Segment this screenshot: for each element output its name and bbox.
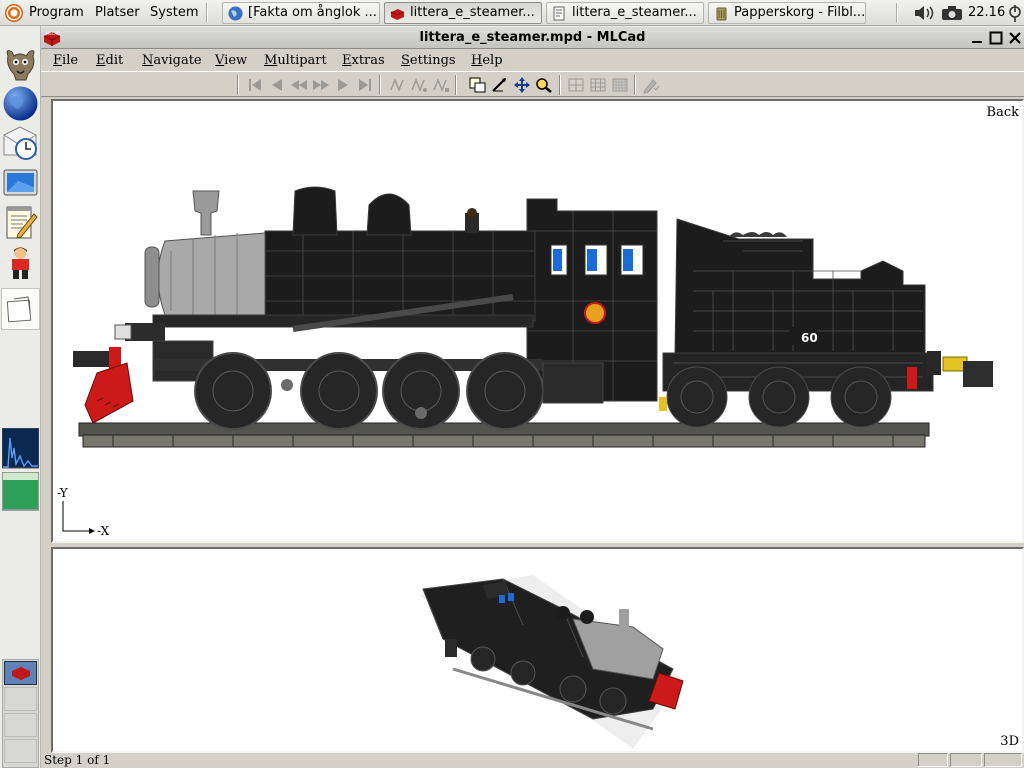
view-label-3d: 3D — [1000, 734, 1019, 749]
clock[interactable]: 22.16 — [968, 0, 1005, 26]
title-bar[interactable]: MLCAD littera_e_steamer.mpd - MLCad — [41, 27, 1024, 49]
mlcad-window: MLCAD littera_e_steamer.mpd - MLCad File… — [41, 27, 1024, 768]
status-bar: Step 1 of 1 — [41, 752, 1024, 768]
toolbar-separator — [634, 75, 636, 95]
workspace-3[interactable] — [4, 713, 37, 737]
status-cell-2 — [950, 753, 982, 767]
system-monitor-cpu-icon[interactable] — [2, 428, 39, 472]
menu-navigate[interactable]: Navigate — [142, 52, 202, 70]
gimp-launcher-icon[interactable] — [2, 46, 39, 83]
3d-view-viewport[interactable]: 3D — [51, 547, 1024, 753]
firefox-globe-launcher-icon[interactable] — [2, 85, 39, 122]
fast-forward-icon[interactable] — [311, 76, 331, 94]
desktop-screen-launcher-icon[interactable] — [2, 165, 39, 202]
animate-options-icon[interactable] — [409, 76, 429, 94]
top-panel: Program Platser System [Fakta om ånglok … — [0, 0, 1024, 26]
menu-settings[interactable]: Settings — [401, 52, 456, 70]
locomotive-side-view: 60 -Y -X — [57, 186, 993, 538]
trash-icon — [716, 7, 727, 21]
menu-bar: File Edit Navigate View Multipart Extras… — [41, 49, 1024, 71]
system-monitor-memory-icon[interactable] — [2, 472, 39, 512]
menu-edit[interactable]: Edit — [96, 52, 123, 70]
menu-platser[interactable]: Platser — [95, 0, 140, 26]
toolbar-separator — [379, 75, 381, 95]
close-button[interactable] — [1007, 30, 1023, 46]
rewind-icon[interactable] — [289, 76, 309, 94]
globe-icon — [228, 6, 243, 21]
minimize-icon — [972, 41, 982, 43]
menu-file[interactable]: File — [53, 52, 78, 70]
pan-move-icon[interactable] — [512, 76, 532, 94]
panel-separator — [896, 3, 898, 23]
taskbar-item-label: Papperskorg - Filbl... — [734, 5, 866, 20]
text-editor-icon — [553, 6, 565, 21]
grid-coarse-icon[interactable] — [566, 76, 586, 94]
taskbar-item-label: [Fakta om ånglok ... — [248, 5, 377, 20]
previous-step-icon[interactable] — [267, 76, 287, 94]
ubuntu-logo-icon[interactable] — [5, 4, 23, 22]
menu-multipart[interactable]: Multipart — [264, 52, 327, 70]
launcher-panel — [0, 26, 41, 768]
menu-extras[interactable]: Extras — [342, 52, 385, 70]
zoom-magnifier-icon[interactable] — [534, 76, 554, 94]
toolbar-separator — [237, 75, 239, 95]
lego-brick-icon — [390, 9, 405, 20]
axis-label-x: -X — [97, 524, 110, 538]
taskbar-item-browser[interactable]: [Fakta om ånglok ... — [222, 2, 380, 24]
taskbar-item-label: littera_e_steamer... — [410, 5, 535, 20]
show-desktop-button[interactable] — [1, 288, 40, 330]
zoom-window-icon[interactable] — [468, 76, 488, 94]
toolbar-separator — [455, 75, 457, 95]
taskbar-item-editor[interactable]: littera_e_steamer... — [546, 2, 704, 24]
workspace-4[interactable] — [4, 739, 37, 763]
locomotive-3d-view — [419, 575, 684, 749]
power-plug-icon[interactable] — [1008, 3, 1022, 23]
window-title: littera_e_steamer.mpd - MLCad — [419, 30, 646, 45]
animate-record-icon[interactable] — [431, 76, 451, 94]
maximize-icon — [989, 31, 1003, 45]
status-cell-1 — [918, 753, 948, 767]
text-editor-launcher-icon[interactable] — [2, 204, 39, 241]
lego-brick-icon — [12, 667, 30, 680]
camera-icon[interactable] — [941, 5, 963, 21]
taskbar-item-trash[interactable]: Papperskorg - Filbl... — [708, 2, 866, 24]
workspace-1[interactable] — [4, 661, 37, 685]
taskbar-item-label: littera_e_steamer... — [572, 5, 697, 20]
tender-number: 60 — [801, 331, 818, 345]
next-step-icon[interactable] — [333, 76, 353, 94]
status-cell-3 — [984, 753, 1022, 767]
status-step-text: Step 1 of 1 — [44, 753, 111, 767]
first-step-icon[interactable] — [245, 76, 265, 94]
menu-program[interactable]: Program — [29, 0, 84, 26]
workspace-2[interactable] — [4, 687, 37, 711]
menu-system[interactable]: System — [150, 0, 198, 26]
grid-medium-icon[interactable] — [588, 76, 608, 94]
person-launcher-icon[interactable] — [2, 244, 39, 281]
edit-rotate-icon[interactable] — [490, 76, 510, 94]
panel-separator — [206, 3, 208, 23]
toolbar-separator — [559, 75, 561, 95]
close-icon — [1009, 32, 1021, 44]
back-view-viewport[interactable]: Back 60 -Y -X — [51, 99, 1024, 543]
animate-icon[interactable] — [387, 76, 407, 94]
minimize-button[interactable] — [969, 30, 985, 46]
check-model-icon[interactable] — [641, 76, 661, 94]
toolbar — [41, 71, 1024, 97]
menu-view[interactable]: View — [215, 52, 247, 70]
menu-help[interactable]: Help — [471, 52, 503, 70]
maximize-button[interactable] — [988, 30, 1004, 46]
last-step-icon[interactable] — [355, 76, 375, 94]
taskbar-item-mlcad[interactable]: littera_e_steamer... — [384, 2, 542, 24]
grid-fine-icon[interactable] — [610, 76, 630, 94]
evolution-mail-clock-launcher-icon[interactable] — [2, 125, 39, 162]
volume-icon[interactable] — [914, 5, 936, 21]
window-list-icon — [6, 296, 32, 323]
axis-label-y: -Y — [57, 486, 69, 500]
workspace-switcher — [2, 659, 39, 768]
